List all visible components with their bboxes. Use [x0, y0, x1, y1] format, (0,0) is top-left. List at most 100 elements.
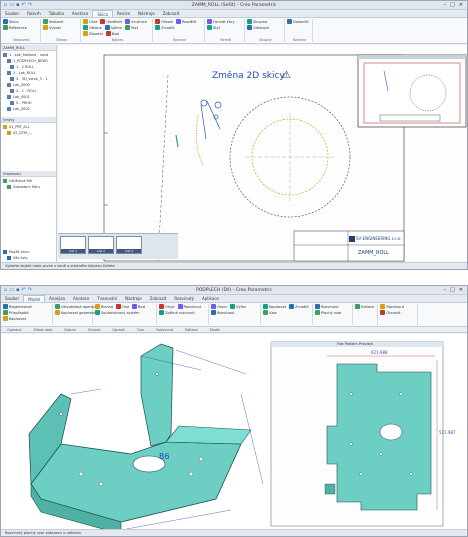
ribbon-group-label-ziskat-data[interactable]: Získat data [27, 327, 58, 332]
sheet-thumbnail[interactable]: List 1 [60, 236, 86, 254]
ribbon-group-label-editace[interactable]: Editace [179, 327, 204, 332]
property-item[interactable]: Zobrazení filtru [3, 184, 54, 190]
rozvinout-button[interactable]: Rozvinout [380, 304, 404, 309]
obdelnik-button[interactable]: Obdélník [100, 19, 122, 24]
tab-anotace[interactable]: Anotace [69, 295, 93, 302]
regenerovat-icon [3, 304, 8, 309]
button-label: Bod [111, 31, 119, 36]
otvor-button[interactable]: Otvor [211, 304, 227, 309]
ribbon-group-label-model[interactable]: Model [204, 327, 226, 332]
souradnicovy-system-button[interactable]: Souřadnicový systém [95, 310, 140, 315]
rozvinout-button[interactable]: Rozvinout [177, 304, 201, 309]
tab-tvarovani[interactable]: Tvarování [93, 295, 121, 302]
kopirovat-button[interactable]: Kopírovat [263, 304, 286, 309]
layer-item[interactable]: 02_DTM_... [3, 130, 54, 136]
tab-rozvinuty[interactable]: Rozvinutý [170, 295, 198, 302]
titleblock-company: SV ENGINEERING s.r.o. [356, 236, 402, 241]
button-label: Dokončit [293, 19, 309, 24]
skica-button[interactable]: Skica [3, 19, 19, 24]
tab-zobrazit[interactable]: Zobrazit [146, 295, 171, 302]
tree-item-label: 02_DTM_... [13, 131, 33, 135]
ribbon-group-label-ohnout[interactable]: Ohnout [82, 327, 107, 332]
editace-button[interactable]: Editace [355, 304, 374, 309]
tree-node-icon [7, 59, 11, 63]
rozvinout-button[interactable]: Rozvinout [211, 310, 235, 315]
ribbon-group-label-tvar[interactable]: Tvar [131, 327, 151, 332]
zkoseni-button[interactable]: Zkosení [83, 31, 103, 36]
ribbon-group-label: Skupiny [259, 38, 272, 42]
rozdelit-icon [175, 19, 181, 24]
tab-model[interactable]: Model [23, 295, 46, 302]
ohyb-button[interactable]: Ohyb [159, 304, 175, 309]
tab-skica[interactable]: Skica [92, 10, 113, 17]
ribbon-group-label: Operace [172, 38, 187, 42]
tab-soubor[interactable]: Soubor [1, 10, 23, 17]
tab-nastroje[interactable]: Nástroje [134, 10, 159, 17]
button-label: Editace [361, 304, 375, 309]
model-canvas[interactable]: Flat Pattern Preview 621.988 521.987 B6 [1, 334, 467, 530]
odskupit-button[interactable]: Odskupit [247, 25, 269, 30]
ribbon-group-label-operace[interactable]: Operace [1, 327, 27, 332]
tab-anotace[interactable]: Anotace [68, 10, 92, 17]
button-label: Sestavit [49, 19, 64, 24]
osa-button[interactable]: Osa [116, 304, 129, 309]
tab-analyza[interactable]: Analýza [45, 295, 69, 302]
sheet-thumbnail[interactable]: List 3 [116, 236, 142, 254]
prizpusobit-button[interactable]: Přizpůsobit [3, 310, 29, 315]
ribbon-group-label-rozvinout[interactable]: Rozvinout [150, 327, 179, 332]
sheet-thumbnail-label: List 3 [117, 249, 141, 253]
sestavit-button[interactable]: Sestavit [43, 19, 64, 24]
vybrat-button[interactable]: Vybrat [43, 25, 61, 30]
reference-button[interactable]: Reference [3, 25, 27, 30]
zrcadlit-button[interactable]: Zrcadlit [155, 25, 175, 30]
rozvinout-button[interactable]: Rozvinout [315, 304, 339, 309]
rovina-button[interactable]: Rovina [95, 304, 113, 309]
cara-button[interactable]: Čára [83, 19, 97, 24]
text-button[interactable]: Text [124, 25, 138, 30]
regenerovat-button[interactable]: Regenerovat [3, 304, 32, 309]
button-label: Výřez [236, 304, 247, 309]
kopirovat-button[interactable]: Kopírovat [3, 316, 26, 321]
uzivatelska-operace-button[interactable]: Uživatelská operace [55, 304, 97, 309]
kopirovat-geometrii-button[interactable]: Kopírovat geometrii [55, 310, 96, 315]
styl-button[interactable]: Styl [207, 25, 220, 30]
oblouk-button[interactable]: Oblouk [83, 25, 102, 30]
vyrez-button[interactable]: Výřez [230, 304, 246, 309]
tab-aplikace[interactable]: Aplikace [198, 295, 223, 302]
tab-rozvrh[interactable]: Rozvrh [23, 10, 45, 17]
property-item[interactable]: Vše listy [3, 255, 30, 261]
dim-height: 521.987 [439, 430, 456, 435]
tab-soubor[interactable]: Soubor [1, 295, 23, 302]
button-label: Formát čáry [213, 19, 235, 24]
tree-node-icon [3, 125, 7, 129]
tree-item[interactable]: Lak_0002 [3, 106, 54, 112]
tab-tabulka[interactable]: Tabulka [45, 10, 68, 17]
orezat-button[interactable]: Ořezat [155, 19, 173, 24]
ribbon-group-label-datum[interactable]: Datum [58, 327, 81, 332]
tree-node-icon [7, 256, 11, 260]
ribbon-group-ohnout: Ohyb Rozvinout Zpětné rozvinutí [159, 304, 209, 325]
plochy-vzor-button[interactable]: Plochý vzor [315, 310, 342, 315]
tab-nastroje[interactable]: Nástroje [121, 295, 146, 302]
bod-button[interactable]: Bod [132, 304, 145, 309]
sheet-thumbnail[interactable]: List 2 [88, 236, 114, 254]
tab-zobrazit[interactable]: Zobrazit [159, 10, 184, 17]
bod-button[interactable]: Bod [105, 31, 119, 36]
vzor-button[interactable]: Vzor [263, 310, 277, 315]
kruznice-button[interactable]: Kružnice [125, 19, 147, 24]
sheet-thumbnails: List 1 List 2 List 3 [58, 233, 178, 259]
tab-revize[interactable]: Revize [113, 10, 134, 17]
skupina-button[interactable]: Skupina [247, 19, 267, 24]
obnovit-button[interactable]: Obnovit [380, 310, 400, 315]
ribbon-group-label-upravit[interactable]: Upravit [106, 327, 130, 332]
rozdelit-button[interactable]: Rozdělit [175, 19, 196, 24]
zpetne-rozvinuti-button[interactable]: Zpětné rozvinutí [159, 310, 195, 315]
drawing-canvas[interactable]: Změna 2D skicy ⚠ SV ENGINEERING s.r.o. Z… [58, 45, 467, 264]
dokoncit-button[interactable]: Dokončit [287, 19, 309, 24]
format-cary-button[interactable]: Formát čáry [207, 19, 235, 24]
button-label: Souřadnicový systém [101, 310, 140, 315]
zrcadlit-button[interactable]: Zrcadlit [289, 304, 309, 309]
reference-icon [3, 25, 8, 30]
tree-node-icon [3, 179, 7, 183]
spline-button[interactable]: Spline [104, 25, 122, 30]
